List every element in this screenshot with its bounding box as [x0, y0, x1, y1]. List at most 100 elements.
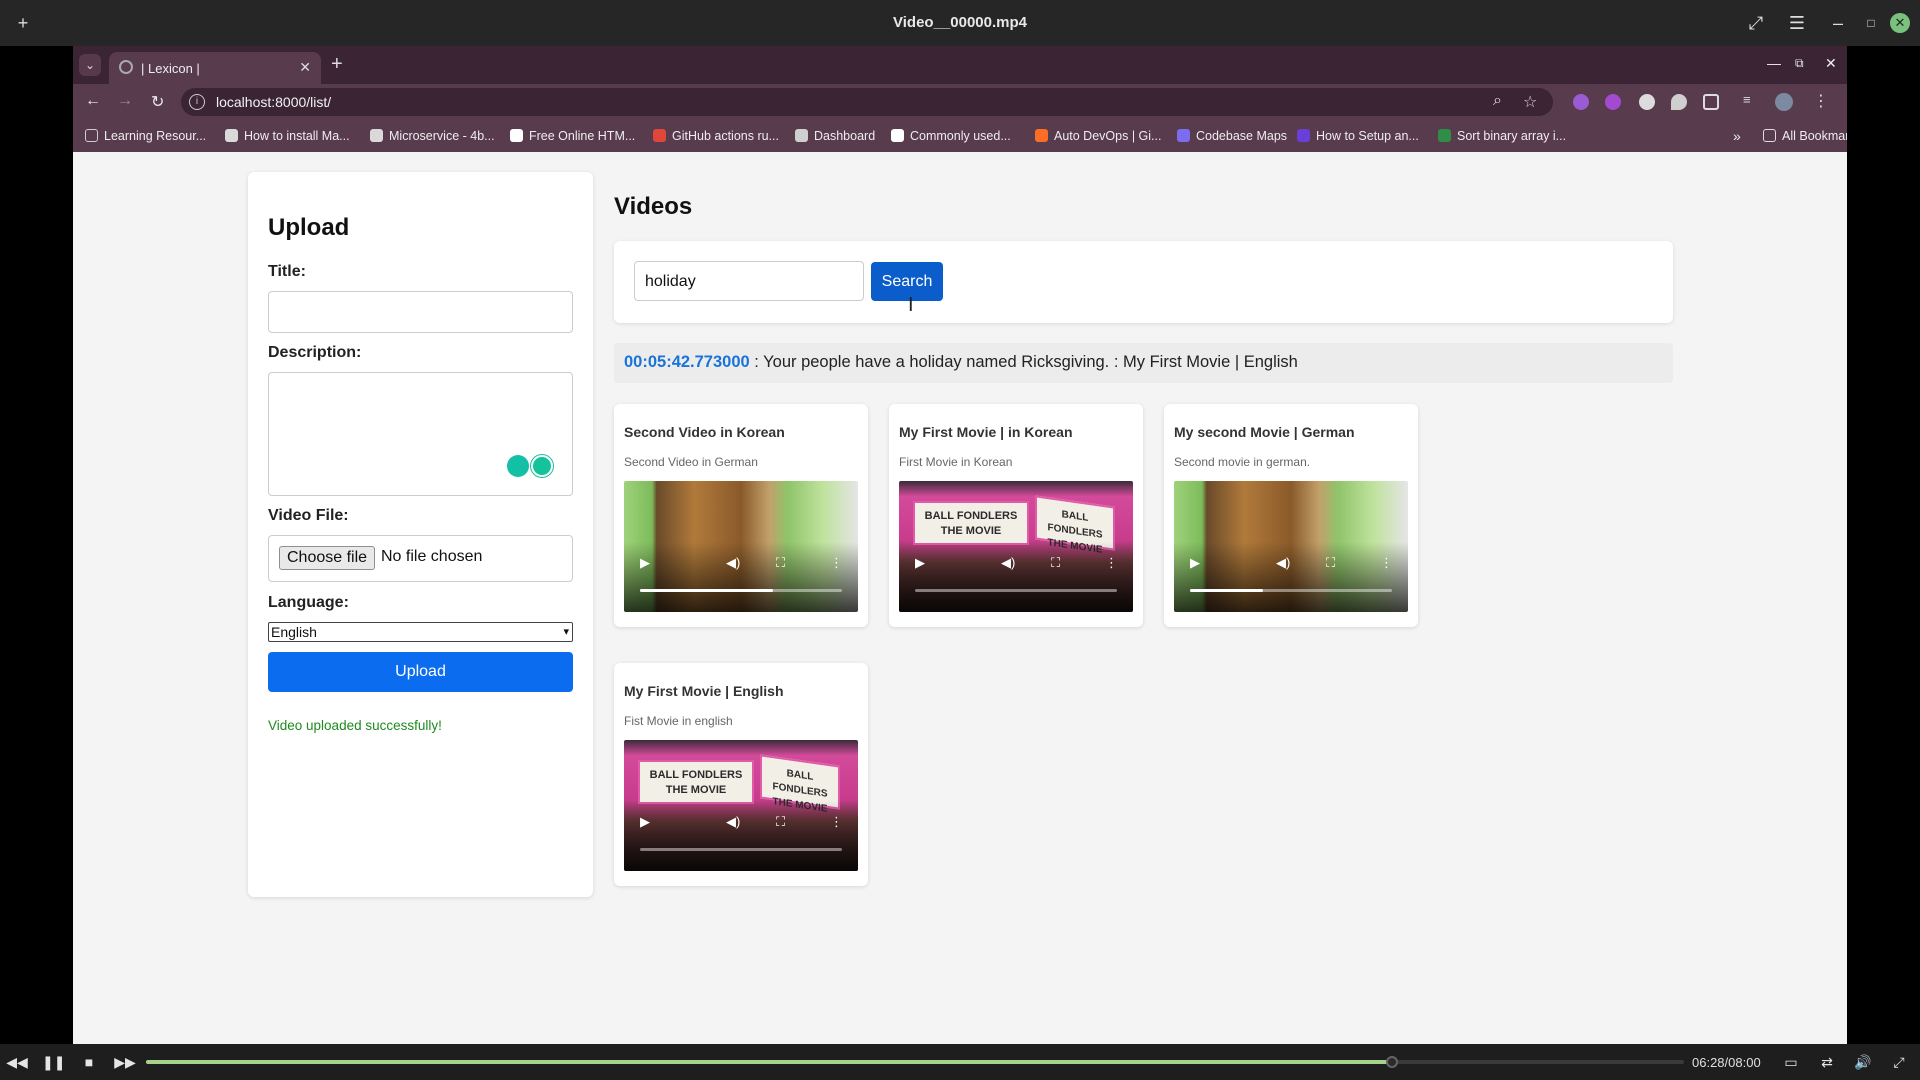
search-button[interactable]: Search: [871, 262, 943, 301]
search-input[interactable]: holiday: [634, 261, 864, 301]
subtitles-icon[interactable]: ▭: [1780, 1052, 1802, 1072]
fast-forward-icon[interactable]: ▶▶: [114, 1052, 136, 1072]
volume-icon[interactable]: ◀): [726, 814, 740, 830]
location-icon[interactable]: [1671, 94, 1687, 110]
reload-icon[interactable]: ↻: [151, 92, 164, 112]
shuffle-icon[interactable]: ⇄: [1816, 1052, 1838, 1072]
search-result[interactable]: 00:05:42.773000 : Your people have a hol…: [614, 343, 1673, 383]
zoom-icon[interactable]: ⌕: [1493, 92, 1502, 110]
bookmark-label: How to install Ma...: [244, 129, 350, 143]
bookmark-item[interactable]: Dashboard: [795, 129, 875, 143]
bookmark-item[interactable]: Commonly used...: [891, 129, 1011, 143]
window-restore-icon[interactable]: ⧉: [1795, 56, 1804, 71]
video-progress-bar[interactable]: [640, 848, 842, 851]
video-progress-bar[interactable]: [915, 589, 1117, 592]
more-options-icon[interactable]: ⋮: [830, 814, 843, 830]
fullscreen-icon[interactable]: ⛶: [776, 555, 785, 571]
tab-strip: ⌄ | Lexicon | ✕ + — ⧉ ✕: [73, 46, 1847, 84]
bookmarks-overflow-icon[interactable]: »: [1733, 128, 1741, 144]
profile-avatar[interactable]: [1775, 93, 1793, 111]
fullscreen-icon[interactable]: ⛶: [1326, 555, 1335, 571]
more-options-icon[interactable]: ⋮: [1105, 555, 1118, 571]
more-options-icon[interactable]: ⋮: [1380, 555, 1393, 571]
pause-icon[interactable]: ❚❚: [42, 1052, 65, 1072]
video-progress-bar[interactable]: [1190, 589, 1392, 592]
extension-circle-icon[interactable]: [1639, 94, 1655, 110]
upload-button[interactable]: Upload: [268, 652, 573, 692]
title-field[interactable]: [268, 291, 573, 333]
rewind-icon[interactable]: ◀◀: [6, 1052, 28, 1072]
address-bar[interactable]: i localhost:8000/list/ ⌕ ☆: [181, 88, 1553, 116]
play-icon[interactable]: ▶: [1190, 555, 1200, 571]
fullscreen-exit-icon[interactable]: ⤢: [1888, 1052, 1910, 1072]
stop-icon[interactable]: ■: [78, 1052, 100, 1072]
video-description: Fist Movie in english: [624, 714, 733, 728]
window-close-icon[interactable]: ✕: [1825, 55, 1837, 72]
video-card: My second Movie | German Second movie in …: [1164, 404, 1418, 627]
tab-lexicon[interactable]: | Lexicon | ✕: [109, 52, 321, 84]
bookmark-item[interactable]: How to install Ma...: [225, 129, 350, 143]
new-tab-icon[interactable]: +: [331, 54, 343, 74]
description-field[interactable]: [268, 372, 573, 496]
close-icon[interactable]: ✕: [1890, 13, 1910, 33]
window-minimize-icon[interactable]: —: [1767, 55, 1781, 71]
extensions-puzzle-icon[interactable]: [1703, 94, 1719, 110]
more-options-icon[interactable]: ⋮: [830, 555, 843, 571]
minimize-icon[interactable]: –: [1827, 12, 1849, 34]
grammarly-icon[interactable]: [531, 455, 553, 477]
videos-heading: Videos: [614, 193, 693, 220]
add-icon[interactable]: [507, 455, 529, 477]
seek-bar[interactable]: [146, 1056, 1684, 1068]
fullscreen-icon[interactable]: ⛶: [1051, 555, 1060, 571]
video-progress-bar[interactable]: [640, 589, 842, 592]
tab-list-button[interactable]: ⌄: [79, 54, 101, 76]
back-icon[interactable]: ←: [85, 92, 101, 110]
marquee-sign: BALL FONDLERS THE MOVIE: [913, 501, 1029, 545]
bookmark-label: Auto DevOps | Gi...: [1054, 129, 1162, 143]
volume-icon[interactable]: ◀): [1276, 555, 1290, 571]
seek-handle[interactable]: [1385, 1056, 1398, 1068]
volume-icon[interactable]: 🔊: [1852, 1052, 1874, 1072]
bookmark-item[interactable]: Learning Resour...: [85, 129, 206, 143]
video-player[interactable]: BALL FONDLERS THE MOVIEBALL FONDLERS THE M…: [899, 481, 1133, 612]
bookmark-item[interactable]: GitHub actions ru...: [653, 129, 779, 143]
forward-icon[interactable]: →: [117, 92, 133, 110]
volume-icon[interactable]: ◀): [1001, 555, 1015, 571]
play-icon[interactable]: ▶: [640, 814, 650, 830]
play-icon[interactable]: ▶: [915, 555, 925, 571]
volume-icon[interactable]: ◀): [726, 555, 740, 571]
browser-menu-icon[interactable]: ⋮: [1813, 91, 1829, 110]
media-controls-icon[interactable]: ≡: [1743, 92, 1759, 108]
fullscreen-icon[interactable]: ⤢: [1745, 12, 1767, 34]
all-bookmarks[interactable]: All Bookmarks: [1763, 129, 1847, 143]
menu-icon[interactable]: ☰: [1786, 12, 1808, 34]
fullscreen-icon[interactable]: ⛶: [776, 814, 785, 830]
file-input[interactable]: Choose file No file chosen: [268, 535, 573, 582]
result-timestamp[interactable]: 00:05:42.773000: [624, 353, 750, 371]
bookmark-label: GitHub actions ru...: [672, 129, 779, 143]
folder-icon: [1763, 129, 1776, 142]
maximize-icon[interactable]: □: [1860, 12, 1882, 34]
video-player[interactable]: BALL FONDLERS THE MOVIEBALL FONDLERS THE M…: [624, 740, 858, 871]
choose-file-button[interactable]: Choose file: [279, 546, 376, 570]
extension-icon[interactable]: [1605, 94, 1621, 110]
bookmark-item[interactable]: Microservice - 4b...: [370, 129, 495, 143]
bookmark-label: Dashboard: [814, 129, 876, 143]
video-player[interactable]: ▶ ◀) ⛶ ⋮: [1174, 481, 1408, 612]
language-select[interactable]: English ▾: [268, 622, 573, 642]
play-icon[interactable]: ▶: [640, 555, 650, 571]
site-info-icon[interactable]: i: [189, 94, 205, 110]
tab-close-icon[interactable]: ✕: [299, 59, 311, 76]
video-overlay: [624, 542, 858, 612]
extension-pen-icon[interactable]: [1573, 94, 1589, 110]
bookmark-label: Sort binary array i...: [1457, 129, 1567, 143]
bookmark-item[interactable]: Sort binary array i...: [1438, 129, 1566, 143]
video-player[interactable]: ▶ ◀) ⛶ ⋮: [624, 481, 858, 612]
bookmark-item[interactable]: Auto DevOps | Gi...: [1035, 129, 1161, 143]
marquee-line: BALL FONDLERS: [649, 769, 743, 781]
video-progress-fill: [640, 589, 774, 592]
bookmark-item[interactable]: Codebase Maps: [1177, 129, 1287, 143]
bookmark-item[interactable]: How to Setup an...: [1297, 129, 1419, 143]
bookmark-star-icon[interactable]: ☆: [1523, 92, 1537, 112]
bookmark-item[interactable]: Free Online HTM...: [510, 129, 635, 143]
